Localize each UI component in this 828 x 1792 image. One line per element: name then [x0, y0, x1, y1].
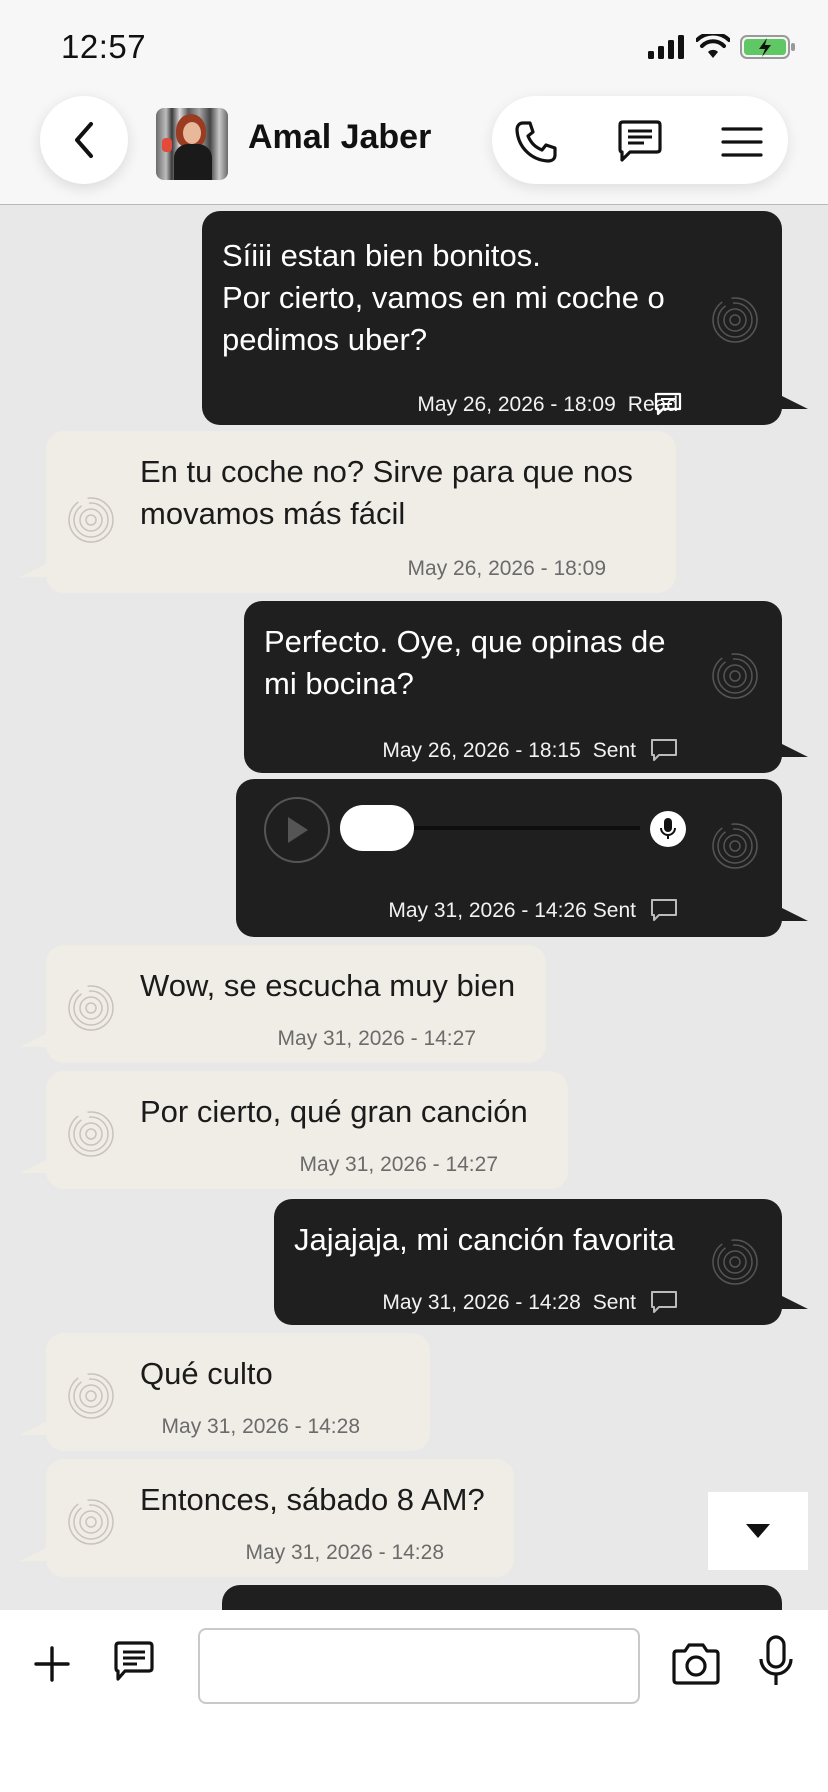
message-meta: May 31, 2026 - 14:26 Sent — [388, 899, 636, 923]
fingerprint-icon[interactable] — [712, 297, 758, 343]
camera-icon — [672, 1643, 720, 1685]
message-meta: May 31, 2026 - 14:28 Sent — [382, 1291, 636, 1315]
fingerprint-icon[interactable] — [68, 497, 114, 543]
message-meta: May 26, 2026 - 18:15 Sent — [382, 739, 636, 763]
message-square-icon — [618, 120, 662, 162]
status-time: 12:57 — [61, 28, 147, 65]
message-composer — [0, 1610, 828, 1792]
scroll-to-bottom-button[interactable] — [708, 1492, 808, 1570]
message-text: Entonces, sábado 8 AM? — [140, 1482, 485, 1517]
message-text: En tu coche no? Sirve para que nos movam… — [140, 454, 633, 531]
message-timestamp: May 26, 2026 - 18:15 — [382, 739, 581, 762]
message-timestamp: May 26, 2026 - 18:09 — [407, 557, 606, 580]
chat-thread[interactable]: Síiii estan bien bonitos. Por cierto, va… — [0, 205, 828, 1610]
message-timestamp: May 31, 2026 - 14:28 — [245, 1541, 444, 1564]
wifi-icon — [696, 34, 730, 58]
message-incoming[interactable]: Wow, se escucha muy bien May 31, 2026 - … — [20, 945, 546, 1063]
message-text: Perfecto. Oye, que opinas de mi bocina? — [264, 624, 666, 701]
audio-play-button[interactable] — [264, 797, 330, 863]
menu-button[interactable] — [718, 118, 766, 166]
message-timestamp: May 31, 2026 - 14:28 — [161, 1415, 360, 1438]
message-timestamp: May 31, 2026 - 14:28 — [382, 1291, 581, 1314]
message-input[interactable] — [198, 1628, 640, 1704]
message-timestamp: May 26, 2026 - 18:09 — [417, 393, 616, 416]
message-incoming[interactable]: En tu coche no? Sirve para que nos movam… — [20, 431, 676, 593]
message-square-icon — [114, 1641, 154, 1681]
reply-icon[interactable] — [654, 391, 682, 417]
attach-button[interactable] — [30, 1642, 74, 1686]
message-meta: May 26, 2026 - 18:09 Read — [417, 393, 678, 417]
audio-mic-badge — [650, 811, 686, 847]
top-bar: 12:57 Amal Jaber — [0, 0, 828, 205]
battery-icon — [740, 35, 795, 59]
reply-icon[interactable] — [650, 897, 678, 923]
camera-button[interactable] — [668, 1640, 724, 1688]
message-timestamp: May 31, 2026 - 14:26 — [388, 899, 587, 922]
message-outgoing-partial[interactable] — [222, 1585, 782, 1610]
phone-icon — [515, 121, 557, 163]
message-meta: May 31, 2026 - 14:27 — [278, 1027, 476, 1051]
message-meta: May 31, 2026 - 14:27 — [300, 1153, 498, 1177]
audio-progress-handle[interactable] — [340, 805, 414, 851]
message-text: Síiii estan bien bonitos. Por cierto, va… — [222, 238, 665, 357]
message-status: Sent — [592, 899, 636, 922]
fingerprint-icon[interactable] — [68, 1499, 114, 1545]
message-meta: May 31, 2026 - 14:28 — [162, 1415, 360, 1439]
status-icons — [648, 34, 796, 60]
message-incoming[interactable]: Entonces, sábado 8 AM? May 31, 2026 - 14… — [20, 1459, 514, 1577]
message-outgoing[interactable]: Perfecto. Oye, que opinas de mi bocina? … — [244, 601, 808, 773]
messages-button[interactable] — [616, 118, 664, 166]
message-status: Sent — [592, 1291, 636, 1314]
quick-replies-button[interactable] — [110, 1638, 158, 1686]
fingerprint-icon[interactable] — [68, 985, 114, 1031]
message-incoming[interactable]: Por cierto, qué gran canción May 31, 202… — [20, 1071, 568, 1189]
reply-icon[interactable] — [650, 737, 678, 763]
header-actions — [492, 96, 788, 184]
plus-icon — [34, 1646, 70, 1682]
play-icon — [288, 817, 308, 843]
message-text: Jajajaja, mi canción favorita — [294, 1222, 675, 1257]
message-outgoing[interactable]: Síiii estan bien bonitos. Por cierto, va… — [202, 211, 808, 425]
contact-avatar[interactable] — [156, 108, 228, 180]
fingerprint-icon[interactable] — [68, 1373, 114, 1419]
message-status: Sent — [592, 739, 636, 762]
fingerprint-icon[interactable] — [712, 653, 758, 699]
message-text: Qué culto — [140, 1356, 273, 1391]
microphone-icon — [759, 1635, 793, 1685]
message-text: Wow, se escucha muy bien — [140, 968, 516, 1003]
chevron-down-icon — [746, 1524, 770, 1538]
fingerprint-icon[interactable] — [68, 1111, 114, 1157]
message-outgoing-audio[interactable]: May 31, 2026 - 14:26 Sent — [236, 779, 808, 937]
fingerprint-icon[interactable] — [712, 1239, 758, 1285]
back-button[interactable] — [40, 96, 128, 184]
message-text: Por cierto, qué gran canción — [140, 1094, 528, 1129]
signal-icon — [648, 35, 684, 59]
message-incoming[interactable]: Qué culto May 31, 2026 - 14:28 — [20, 1333, 430, 1451]
menu-icon — [721, 127, 763, 157]
reply-icon[interactable] — [650, 1289, 678, 1315]
call-button[interactable] — [512, 118, 560, 166]
voice-record-button[interactable] — [756, 1634, 796, 1690]
microphone-icon — [660, 818, 676, 839]
message-timestamp: May 31, 2026 - 14:27 — [277, 1027, 476, 1050]
fingerprint-icon[interactable] — [712, 823, 758, 869]
contact-name[interactable]: Amal Jaber — [248, 118, 431, 157]
message-timestamp: May 31, 2026 - 14:27 — [299, 1153, 498, 1176]
message-meta: May 26, 2026 - 18:09 — [408, 557, 606, 581]
back-arrow-icon — [75, 122, 93, 158]
message-outgoing[interactable]: Jajajaja, mi canción favorita May 31, 20… — [274, 1199, 808, 1325]
message-meta: May 31, 2026 - 14:28 — [246, 1541, 444, 1565]
